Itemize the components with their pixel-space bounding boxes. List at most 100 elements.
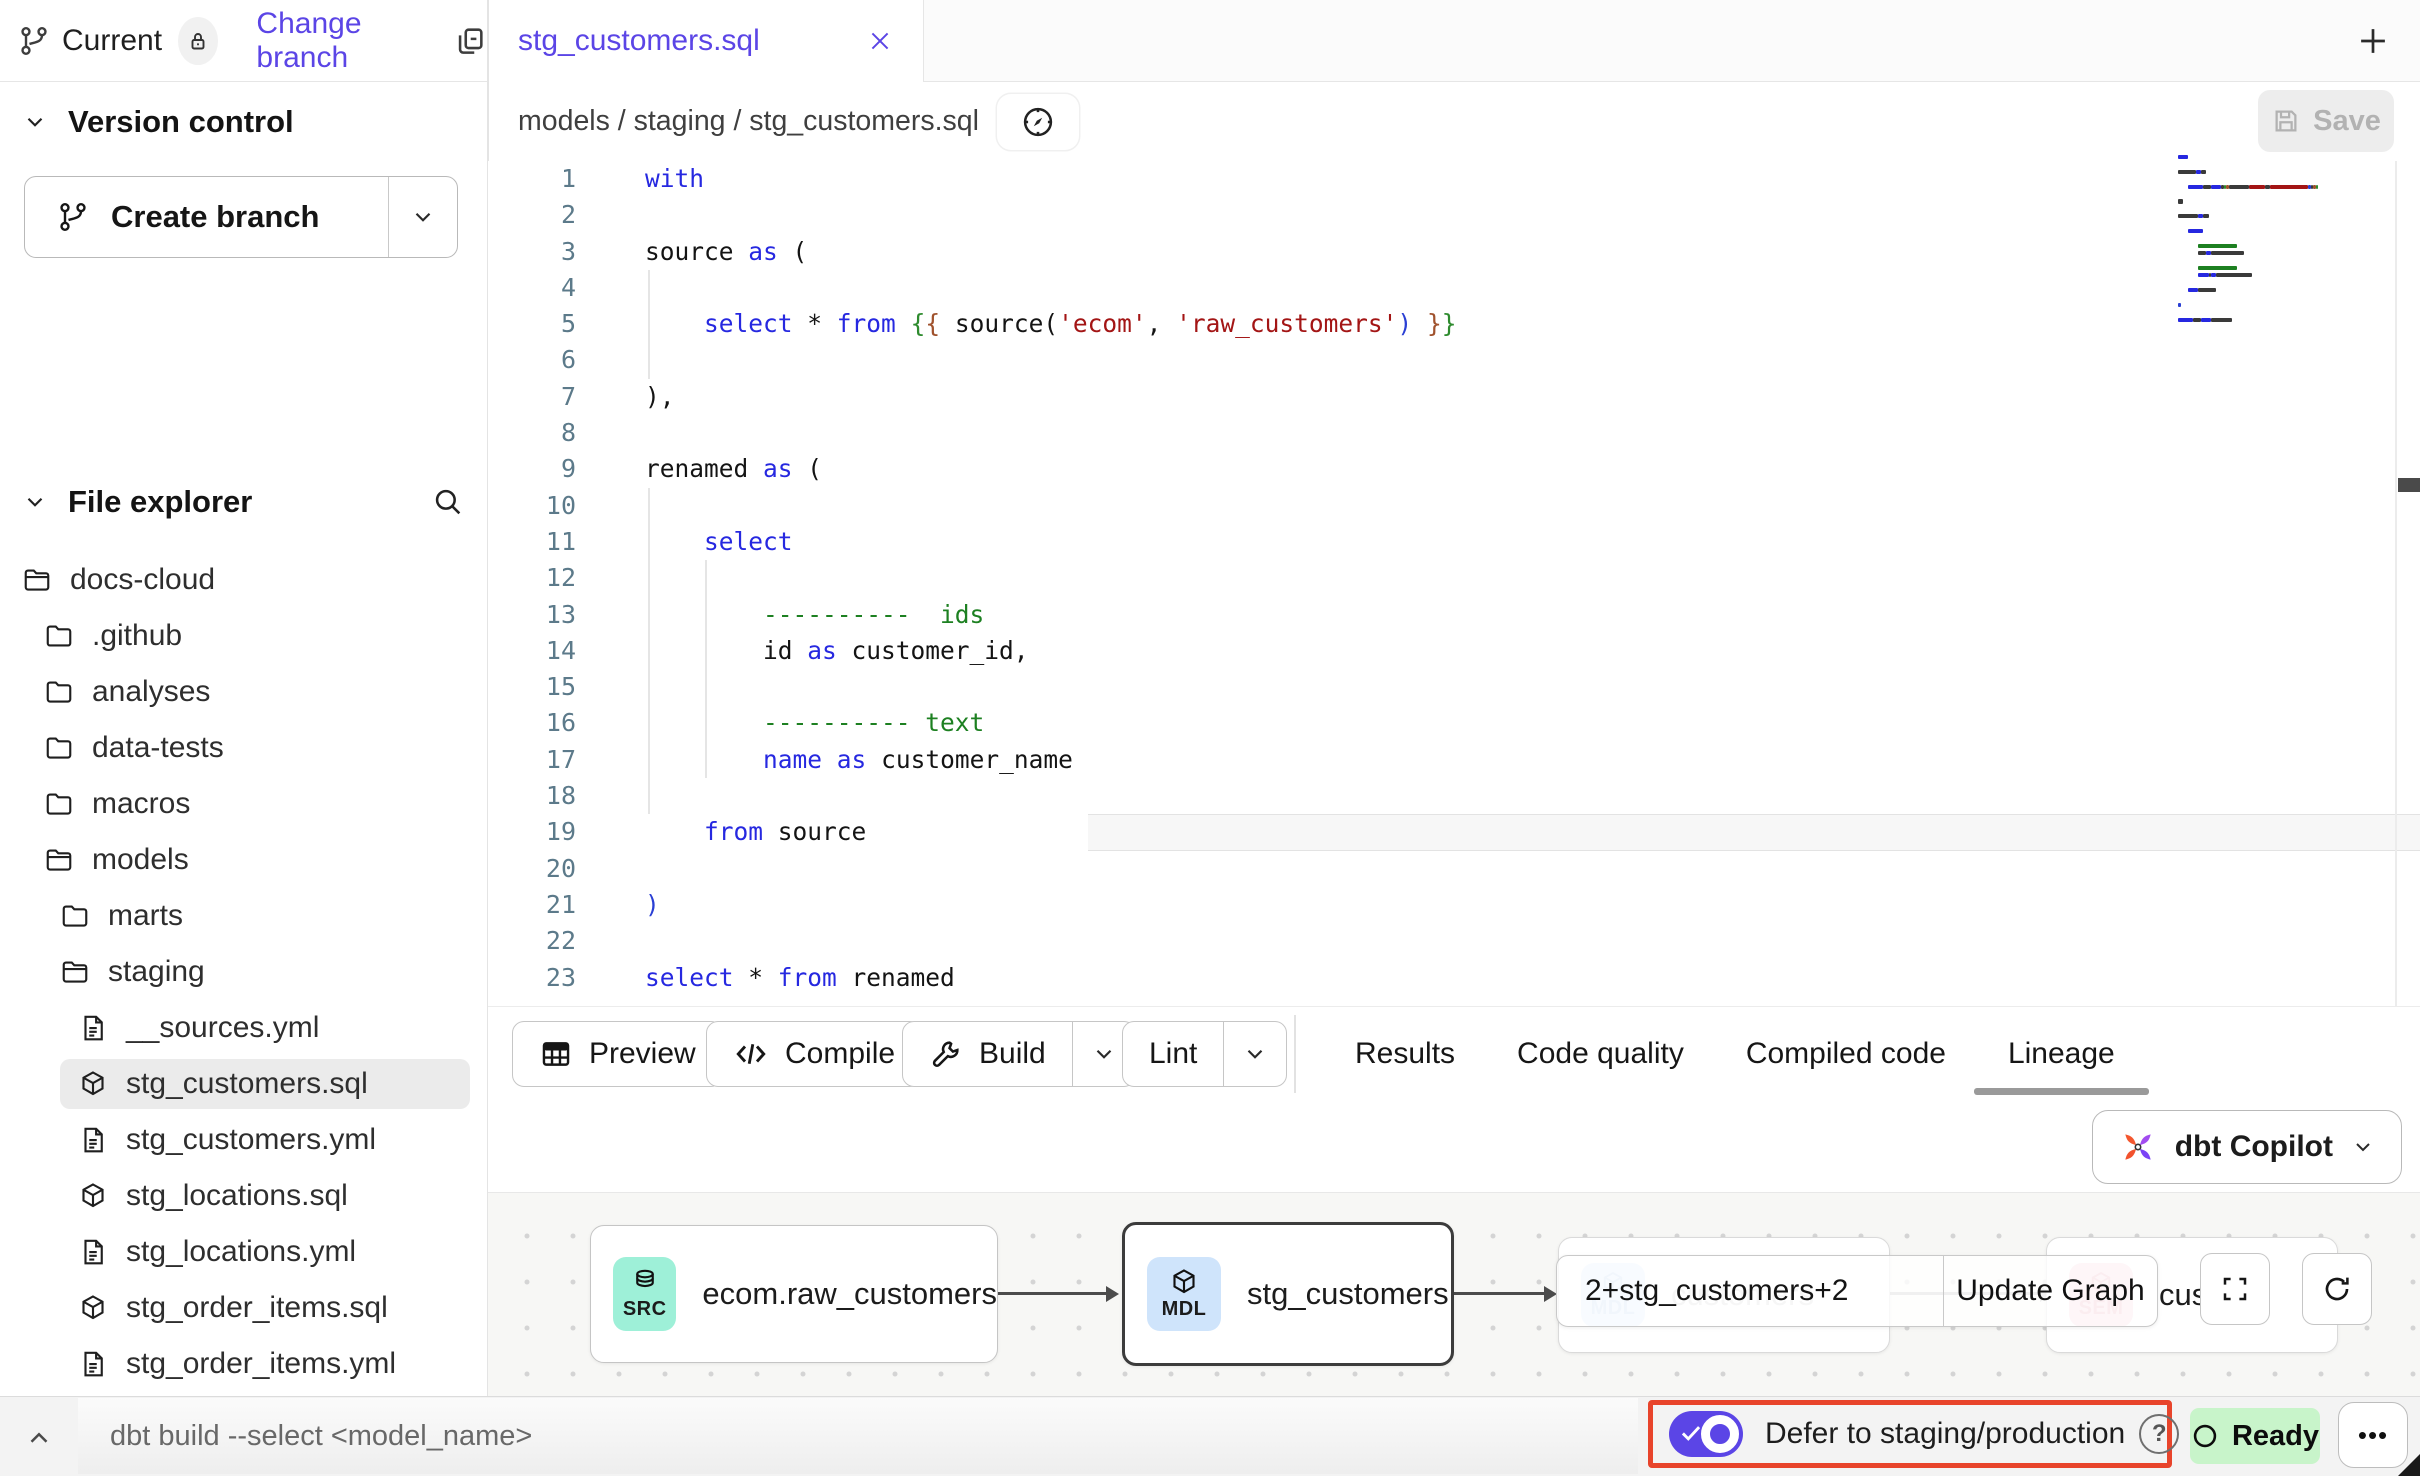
defer-toggle[interactable] <box>1669 1411 1743 1457</box>
lineage-selector-input[interactable]: 2+stg_customers+2 <box>1557 1256 1943 1326</box>
git-branch-icon <box>18 25 50 57</box>
chevron-up-icon[interactable] <box>24 1423 54 1453</box>
create-branch-button[interactable]: Create branch <box>24 176 458 258</box>
compile-button[interactable]: Compile <box>706 1021 922 1087</box>
file-item-stg-order-items-sql[interactable]: stg_order_items.sql <box>0 1280 486 1336</box>
minimap-line <box>2178 199 2330 206</box>
file-item-stg-customers-sql[interactable]: stg_customers.sql <box>0 1056 486 1112</box>
file-item-staging[interactable]: staging <box>0 944 486 1000</box>
panel-tab-compiled-code[interactable]: Compiled code <box>1746 1037 1946 1071</box>
file-item-data-tests[interactable]: data-tests <box>0 720 486 776</box>
edge-arrowhead <box>1106 1286 1119 1302</box>
help-icon[interactable]: ? <box>2139 1414 2179 1454</box>
minimap-divider <box>2395 161 2397 1006</box>
search-icon[interactable] <box>431 485 465 519</box>
minimap-line <box>2178 155 2330 162</box>
save-label: Save <box>2313 105 2381 138</box>
preview-button[interactable]: Preview <box>512 1021 723 1087</box>
minimap-line <box>2178 288 2330 295</box>
file-item-stg-customers-yml[interactable]: stg_customers.yml <box>0 1112 486 1168</box>
code-line-4 <box>645 270 1456 306</box>
table-icon <box>539 1037 573 1071</box>
doc-icon <box>78 1237 108 1267</box>
file-item-label: models <box>92 843 189 877</box>
status-ready-badge[interactable]: Ready <box>2190 1408 2320 1464</box>
build-button[interactable]: Build <box>902 1021 1136 1087</box>
file-item-stg-locations-sql[interactable]: stg_locations.sql <box>0 1168 486 1224</box>
tab-stg-customers-sql[interactable]: stg_customers.sql <box>488 0 924 82</box>
lint-dropdown[interactable] <box>1223 1022 1286 1086</box>
file-item-stg-order-items-yml[interactable]: stg_order_items.yml <box>0 1336 486 1392</box>
line-number: 13 <box>488 597 592 633</box>
toggle-knob <box>1701 1415 1739 1453</box>
line-number: 14 <box>488 633 592 669</box>
doc-icon <box>78 1125 108 1155</box>
lint-button[interactable]: Lint <box>1122 1021 1287 1087</box>
line-number: 8 <box>488 415 592 451</box>
file-item-models[interactable]: models <box>0 832 486 888</box>
file-explorer-header[interactable]: File explorer <box>0 478 487 526</box>
defer-highlight-box: Defer to staging/production ? <box>1648 1400 2172 1468</box>
line-number: 15 <box>488 669 592 705</box>
update-graph-button[interactable]: Update Graph <box>1943 1256 2157 1326</box>
tab-strip: stg_customers.sql <box>488 0 2420 82</box>
file-item-stg-locations-yml[interactable]: stg_locations.yml <box>0 1224 486 1280</box>
file-item--github[interactable]: .github <box>0 608 486 664</box>
create-branch-dropdown[interactable] <box>388 177 457 257</box>
fullscreen-button[interactable] <box>2200 1253 2270 1325</box>
minimap-line <box>2178 192 2330 199</box>
code-line-11: select <box>645 524 1456 560</box>
code-line-7: ), <box>645 379 1456 415</box>
model-node-icon: MDL <box>1147 1257 1221 1331</box>
copy-icon[interactable] <box>453 24 487 58</box>
line-number: 17 <box>488 742 592 778</box>
minimap[interactable] <box>2178 155 2330 325</box>
file-item--sources-yml[interactable]: __sources.yml <box>0 1000 486 1056</box>
file-item-docs-cloud[interactable]: docs-cloud <box>0 552 486 608</box>
file-item-marts[interactable]: marts <box>0 888 486 944</box>
file-tree: docs-cloud.github analyses data-testsmacro… <box>0 552 486 1396</box>
file-item-label: stg_locations.yml <box>126 1235 356 1269</box>
save-button[interactable]: Save <box>2258 90 2394 152</box>
mouse-cursor <box>2398 1454 2420 1476</box>
code-line-23: select * from renamed <box>645 960 1456 996</box>
code-line-1: with <box>645 161 1456 197</box>
lineage-canvas[interactable]: SRC ecom.raw_customers MDL stg_customers… <box>488 1192 2420 1397</box>
scrollbar-marker[interactable] <box>2398 478 2420 492</box>
lineage-node-stg-customers[interactable]: MDL stg_customers <box>1122 1222 1454 1366</box>
minimap-line <box>2178 185 2330 192</box>
panel-tab-lineage[interactable]: Lineage <box>2008 1037 2115 1071</box>
code-line-10 <box>645 488 1456 524</box>
status-ring-icon <box>2191 1422 2219 1450</box>
dbt-copilot-button[interactable]: dbt Copilot <box>2092 1110 2402 1184</box>
close-icon[interactable] <box>867 28 893 54</box>
check-icon <box>1680 1424 1702 1442</box>
file-item-analyses[interactable]: analyses <box>0 664 486 720</box>
refresh-button[interactable] <box>2302 1253 2372 1325</box>
panel-tab-results[interactable]: Results <box>1355 1037 1455 1071</box>
code-line-2 <box>645 197 1456 233</box>
new-tab-plus-icon[interactable] <box>2354 22 2392 60</box>
minimap-line <box>2178 258 2330 265</box>
version-control-header[interactable]: Version control <box>0 98 487 146</box>
minimap-line <box>2178 162 2330 169</box>
model-icon <box>78 1293 108 1323</box>
minimap-line <box>2178 303 2330 310</box>
lineage-selector: 2+stg_customers+2 Update Graph <box>1556 1255 2158 1327</box>
code-line-12 <box>645 560 1456 596</box>
code-line-22 <box>645 923 1456 959</box>
file-item-macros[interactable]: macros <box>0 776 486 832</box>
line-number: 7 <box>488 379 592 415</box>
explore-lineage-button[interactable] <box>997 94 1079 150</box>
command-input[interactable]: dbt build --select <model_name> <box>78 1398 1638 1474</box>
code-line-13: ---------- ids <box>645 597 1456 633</box>
dbt-copilot-icon <box>2119 1128 2157 1166</box>
change-branch-link[interactable]: Change branch <box>256 7 429 75</box>
file-item-label: analyses <box>92 675 210 709</box>
minimap-line <box>2178 318 2330 325</box>
folder-open-icon <box>60 957 90 987</box>
code-editor[interactable]: 1234567891011121314151617181920212223 wi… <box>488 161 2420 1006</box>
code-line-20 <box>645 851 1456 887</box>
panel-tab-code-quality[interactable]: Code quality <box>1517 1037 1684 1071</box>
lineage-node-raw-customers[interactable]: SRC ecom.raw_customers <box>590 1225 998 1363</box>
